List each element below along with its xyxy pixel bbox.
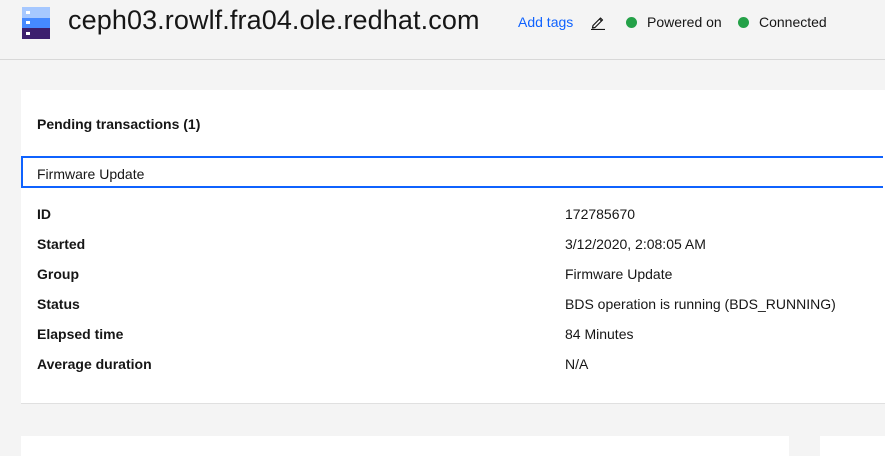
detail-value-average-duration: N/A [565,356,589,372]
detail-label-started: Started [37,236,86,252]
tertiary-card [820,436,885,456]
detail-value-id: 172785670 [565,206,636,222]
server-title: ceph03.rowlf.fra04.ole.redhat.com [68,5,480,35]
add-tags-link[interactable]: Add tags [518,14,573,30]
detail-label-group: Group [37,266,79,282]
detail-label-id: ID [37,206,51,222]
detail-label-status: Status [37,296,80,312]
secondary-card [21,436,789,456]
status-dot-icon [738,16,749,28]
page-header: ceph03.rowlf.fra04.ole.redhat.com Add ta… [0,0,885,60]
detail-value-started: 3/12/2020, 2:08:05 AM [565,236,706,252]
detail-label-average-duration: Average duration [37,356,152,372]
detail-label-elapsed-time: Elapsed time [37,326,124,342]
server-icon [22,7,50,39]
detail-value-group: Firmware Update [565,266,673,282]
detail-value-status: BDS operation is running (BDS_RUNNING) [565,296,836,312]
transaction-row-label: Firmware Update [37,166,145,182]
power-status-label: Powered on [647,14,722,30]
detail-value-elapsed-time: 84 Minutes [565,326,634,342]
transaction-row-firmware-update[interactable]: Firmware Update [21,156,883,188]
connection-status: Connected [738,14,827,30]
power-status: Powered on [626,14,722,30]
status-dot-icon [626,16,637,28]
pending-transactions-title: Pending transactions (1) [37,116,201,132]
pending-transactions-card: Pending transactions (1) Firmware Update… [21,90,885,404]
connection-status-label: Connected [759,14,827,30]
pencil-icon[interactable] [590,14,606,30]
